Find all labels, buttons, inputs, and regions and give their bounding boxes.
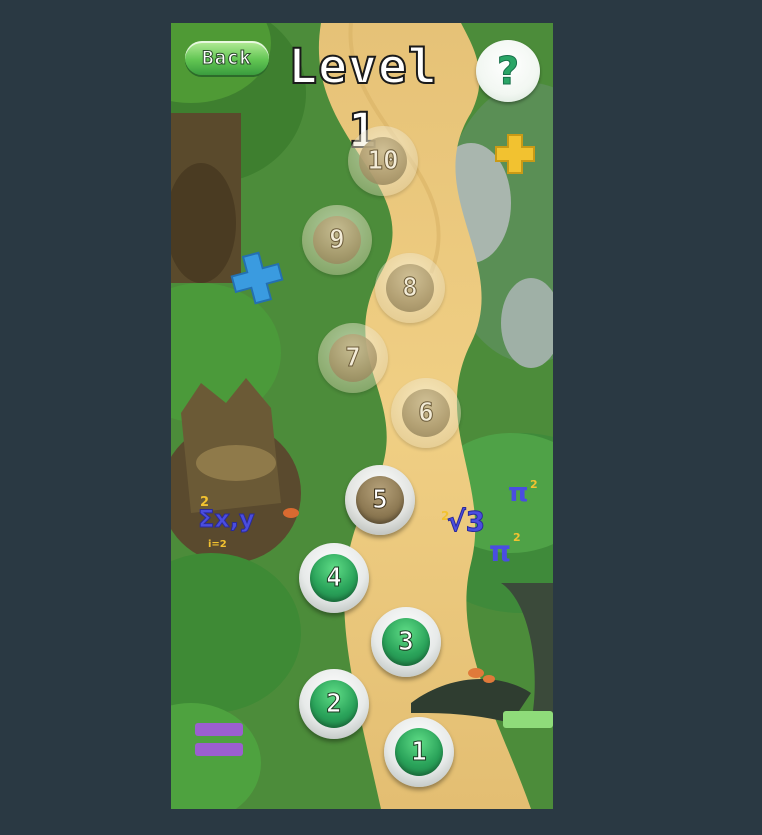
level-number: 2	[326, 689, 343, 720]
level-number: 5	[372, 485, 389, 516]
level-button-3[interactable]: 3	[371, 607, 441, 677]
pi-top: π	[508, 478, 529, 508]
yellow-plus-icon	[495, 134, 535, 174]
back-button-label: Back	[202, 47, 252, 70]
pi-bottom: π	[489, 535, 512, 568]
level-button-1[interactable]: 1	[384, 717, 454, 787]
root-formula: √3	[446, 505, 486, 539]
level-number: 4	[326, 563, 343, 594]
sigma-formula-decoration: 2 Σx,y i=2	[194, 495, 284, 555]
purple-equals-icon	[195, 723, 243, 756]
level-button-8[interactable]: 8	[375, 253, 445, 323]
help-button[interactable]: ?	[476, 40, 540, 102]
level-button-4[interactable]: 4	[299, 543, 369, 613]
level-button-2[interactable]: 2	[299, 669, 369, 739]
level-number: 6	[418, 398, 435, 429]
level-number: 1	[411, 737, 428, 768]
level-number: 3	[398, 627, 415, 658]
level-button-5[interactable]: 5	[345, 465, 415, 535]
pi-bottom-decoration: π 2	[489, 531, 529, 571]
game-screen: 2 Σx,y i=2 2 √3 π 2 π 2 Back Level 1 ? 1…	[171, 23, 553, 809]
back-button[interactable]: Back	[185, 41, 269, 75]
level-number: 7	[345, 343, 362, 374]
level-button-9[interactable]: 9	[302, 205, 372, 275]
pi-top-superscript: 2	[530, 478, 538, 491]
blue-plus-icon	[230, 251, 284, 305]
pi-top-decoration: π 2	[508, 478, 548, 518]
level-button-7[interactable]: 7	[318, 323, 388, 393]
help-question-icon: ?	[496, 49, 520, 94]
sigma-subscript: i=2	[208, 539, 227, 550]
green-minus-icon	[503, 711, 553, 728]
level-number: 8	[402, 273, 419, 304]
level-button-6[interactable]: 6	[391, 378, 461, 448]
sigma-formula: Σx,y	[198, 505, 256, 534]
level-number: 10	[367, 146, 399, 177]
level-number: 9	[329, 225, 346, 256]
pi-bottom-superscript: 2	[513, 531, 521, 544]
level-button-10[interactable]: 10	[348, 126, 418, 196]
